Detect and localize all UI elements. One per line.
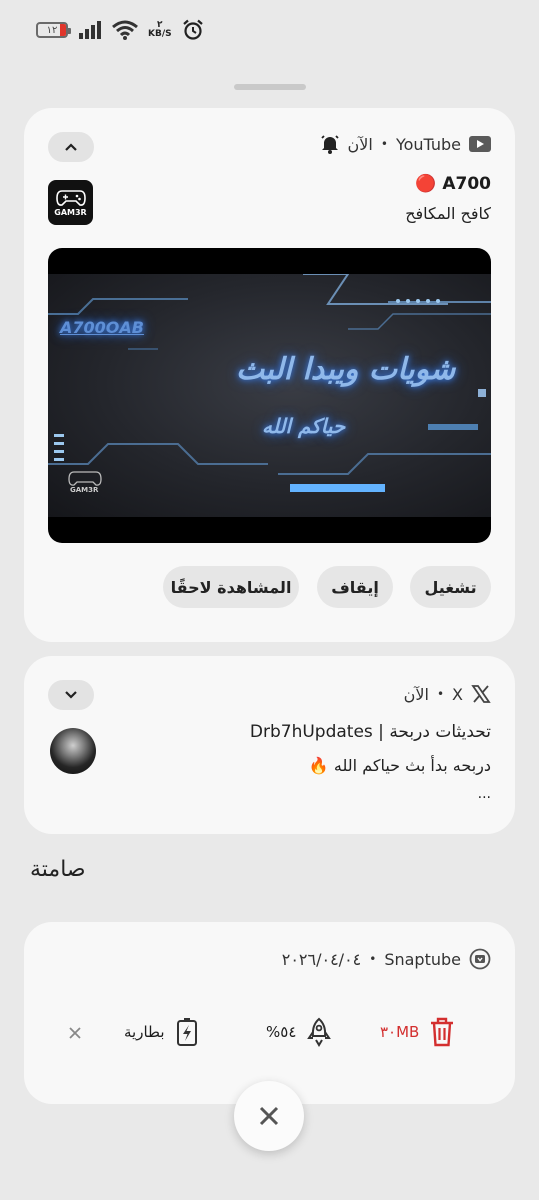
- notification-text: دربحه بدأ بث حياكم الله 🔥: [308, 756, 491, 775]
- battery-charging-icon: [176, 1018, 197, 1046]
- boost-value: %٥٤: [266, 1023, 297, 1041]
- chevron-up-icon: [65, 143, 77, 151]
- alarm-icon: [182, 19, 203, 40]
- notification-date: ٢٠٢٦/٠٤/٠٤: [281, 949, 362, 969]
- video-background-graphics: [48, 274, 491, 492]
- gamepad-icon: [55, 189, 86, 206]
- app-name: X: [452, 684, 463, 704]
- channel-thumbnail: GAM3R: [48, 180, 93, 225]
- notification-header: الآن • X: [404, 684, 491, 704]
- notification-subtitle: كافح المكافح: [405, 204, 491, 223]
- notification-header: ٢٠٢٦/٠٤/٠٤ • Snaptube: [282, 948, 491, 970]
- video-preview[interactable]: A700OAB شويات ويبدا البث حياكم الله GAM3…: [48, 248, 491, 543]
- expand-button[interactable]: [48, 680, 94, 710]
- notification-header: الآن • YouTube: [320, 134, 491, 154]
- video-logo-text: GAM3R: [70, 486, 99, 494]
- snaptube-notification[interactable]: ٢٠٢٦/٠٤/٠٤ • Snaptube ٣٠MB %٥٤ بطارية: [24, 922, 515, 1104]
- rocket-icon: [307, 1017, 332, 1047]
- bell-icon: [320, 135, 339, 154]
- snaptube-icon: [469, 948, 491, 970]
- app-name: Snaptube: [384, 949, 461, 969]
- close-icon[interactable]: [68, 1026, 82, 1040]
- notification-time: الآن: [347, 134, 373, 154]
- chevron-down-icon: [65, 691, 77, 699]
- battery-icon: ١٢: [36, 22, 71, 38]
- notification-more: ...: [477, 786, 491, 802]
- avatar: [50, 728, 96, 774]
- video-caption-line1: شويات ويبدا البث: [236, 352, 456, 387]
- youtube-icon: [469, 136, 491, 152]
- drag-handle[interactable]: [234, 84, 306, 90]
- play-button[interactable]: تشغيل: [410, 566, 491, 608]
- trash-icon: [431, 1017, 454, 1047]
- wifi-icon: [112, 20, 138, 40]
- youtube-notification[interactable]: الآن • YouTube GAM3R A700 🔴 كافح المكافح: [24, 108, 515, 642]
- x-logo-icon: [471, 685, 491, 703]
- status-bar: ١٢ ٢ KB/S: [36, 16, 204, 44]
- watch-later-button[interactable]: المشاهدة لاحقًا: [163, 566, 299, 608]
- battery-level: ١٢: [46, 24, 58, 36]
- boost-item[interactable]: %٥٤: [266, 1012, 332, 1052]
- battery-saver-item[interactable]: بطارية: [124, 1012, 199, 1052]
- clear-all-button[interactable]: [234, 1081, 304, 1151]
- notification-time: الآن: [403, 684, 429, 704]
- notification-title: تحديثات دربحة | Drb7hUpdates: [249, 722, 491, 742]
- storage-value: ٣٠MB: [380, 1023, 420, 1041]
- silent-section-title: صامتة: [30, 857, 86, 882]
- close-icon: [259, 1106, 279, 1126]
- signal-icon: [79, 21, 101, 39]
- app-name: YouTube: [395, 134, 461, 154]
- video-caption-line2: حياكم الله: [262, 414, 346, 438]
- battery-label: بطارية: [124, 1023, 165, 1041]
- network-speed: ٢ KB/S: [148, 20, 172, 39]
- collapse-button[interactable]: [48, 132, 94, 162]
- stop-button[interactable]: إيقاف: [317, 566, 393, 608]
- video-watermark: A700OAB: [60, 318, 144, 337]
- x-notification[interactable]: الآن • X تحديثات دربحة | Drb7hUpdates در…: [24, 656, 515, 834]
- clean-storage-item[interactable]: ٣٠MB: [380, 1012, 455, 1052]
- notification-title: A700 🔴: [415, 174, 491, 194]
